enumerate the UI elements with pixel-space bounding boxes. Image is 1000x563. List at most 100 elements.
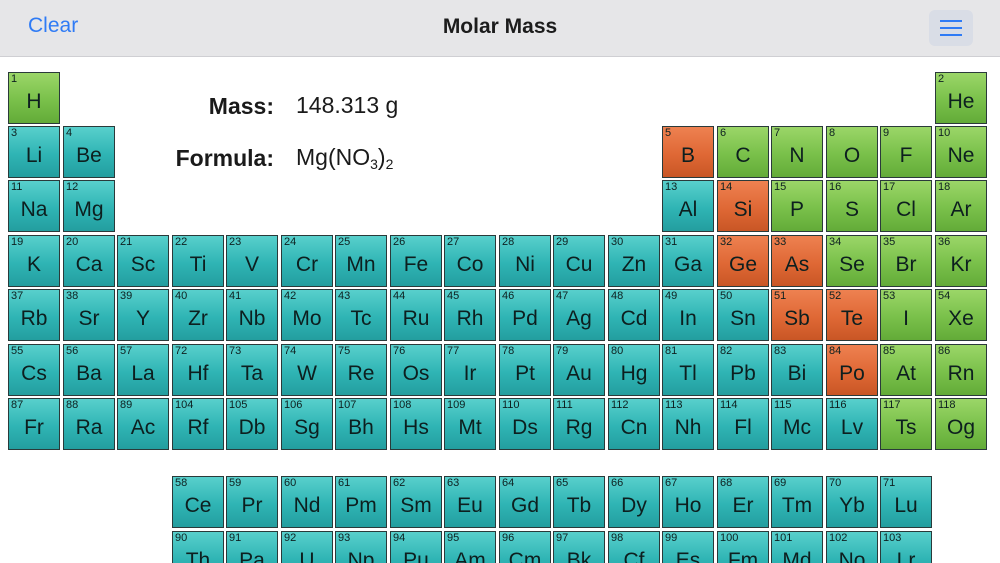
element-cell-ta[interactable]: 73 Ta	[226, 344, 278, 396]
element-cell-pb[interactable]: 82 Pb	[717, 344, 769, 396]
element-cell-la[interactable]: 57 La	[117, 344, 169, 396]
element-cell-ds[interactable]: 110 Ds	[499, 398, 551, 450]
element-cell-rh[interactable]: 45 Rh	[444, 289, 496, 341]
element-cell-at[interactable]: 85 At	[880, 344, 932, 396]
element-cell-mg[interactable]: 12 Mg	[63, 180, 115, 232]
element-cell-pr[interactable]: 59 Pr	[226, 476, 278, 528]
element-cell-he[interactable]: 2 He	[935, 72, 987, 124]
element-cell-se[interactable]: 34 Se	[826, 235, 878, 287]
element-cell-cd[interactable]: 48 Cd	[608, 289, 660, 341]
element-cell-hs[interactable]: 108 Hs	[390, 398, 442, 450]
element-cell-pd[interactable]: 46 Pd	[499, 289, 551, 341]
element-cell-ga[interactable]: 31 Ga	[662, 235, 714, 287]
element-cell-tc[interactable]: 43 Tc	[335, 289, 387, 341]
element-cell-f[interactable]: 9F	[880, 126, 932, 178]
element-cell-ne[interactable]: 10 Ne	[935, 126, 987, 178]
element-cell-pt[interactable]: 78 Pt	[499, 344, 551, 396]
element-cell-cs[interactable]: 55 Cs	[8, 344, 60, 396]
element-cell-br[interactable]: 35 Br	[880, 235, 932, 287]
element-cell-k[interactable]: 19 K	[8, 235, 60, 287]
element-cell-cu[interactable]: 29 Cu	[553, 235, 605, 287]
element-cell-am[interactable]: 95 Am	[444, 531, 496, 563]
element-cell-re[interactable]: 75 Re	[335, 344, 387, 396]
element-cell-in[interactable]: 49 In	[662, 289, 714, 341]
element-cell-os[interactable]: 76 Os	[390, 344, 442, 396]
element-cell-tb[interactable]: 65 Tb	[553, 476, 605, 528]
element-cell-lv[interactable]: 116 Lv	[826, 398, 878, 450]
element-cell-be[interactable]: 4 Be	[63, 126, 115, 178]
element-cell-ar[interactable]: 18 Ar	[935, 180, 987, 232]
element-cell-rg[interactable]: 111 Rg	[553, 398, 605, 450]
element-cell-cf[interactable]: 98 Cf	[608, 531, 660, 563]
element-cell-c[interactable]: 6C	[717, 126, 769, 178]
element-cell-yb[interactable]: 70 Yb	[826, 476, 878, 528]
element-cell-fe[interactable]: 26 Fe	[390, 235, 442, 287]
element-cell-as[interactable]: 33 As	[771, 235, 823, 287]
element-cell-cm[interactable]: 96 Cm	[499, 531, 551, 563]
element-cell-po[interactable]: 84 Po	[826, 344, 878, 396]
element-cell-pa[interactable]: 91 Pa	[226, 531, 278, 563]
element-cell-sc[interactable]: 21 Sc	[117, 235, 169, 287]
element-cell-hf[interactable]: 72 Hf	[172, 344, 224, 396]
element-cell-na[interactable]: 11 Na	[8, 180, 60, 232]
element-cell-u[interactable]: 92 U	[281, 531, 333, 563]
element-cell-hg[interactable]: 80 Hg	[608, 344, 660, 396]
element-cell-nd[interactable]: 60 Nd	[281, 476, 333, 528]
element-cell-ru[interactable]: 44 Ru	[390, 289, 442, 341]
element-cell-al[interactable]: 13 Al	[662, 180, 714, 232]
element-cell-bi[interactable]: 83 Bi	[771, 344, 823, 396]
element-cell-sb[interactable]: 51 Sb	[771, 289, 823, 341]
element-cell-v[interactable]: 23 V	[226, 235, 278, 287]
element-cell-np[interactable]: 93 Np	[335, 531, 387, 563]
element-cell-ti[interactable]: 22 Ti	[172, 235, 224, 287]
element-cell-rb[interactable]: 37 Rb	[8, 289, 60, 341]
element-cell-og[interactable]: 118 Og	[935, 398, 987, 450]
element-cell-ho[interactable]: 67 Ho	[662, 476, 714, 528]
element-cell-s[interactable]: 16 S	[826, 180, 878, 232]
element-cell-i[interactable]: 53 I	[880, 289, 932, 341]
element-cell-no[interactable]: 102 No	[826, 531, 878, 563]
element-cell-xe[interactable]: 54 Xe	[935, 289, 987, 341]
element-cell-sn[interactable]: 50 Sn	[717, 289, 769, 341]
element-cell-rn[interactable]: 86 Rn	[935, 344, 987, 396]
element-cell-md[interactable]: 101 Md	[771, 531, 823, 563]
element-cell-ra[interactable]: 88 Ra	[63, 398, 115, 450]
element-cell-cl[interactable]: 17 Cl	[880, 180, 932, 232]
element-cell-ba[interactable]: 56 Ba	[63, 344, 115, 396]
element-cell-pm[interactable]: 61 Pm	[335, 476, 387, 528]
element-cell-sg[interactable]: 106 Sg	[281, 398, 333, 450]
element-cell-li[interactable]: 3 Li	[8, 126, 60, 178]
element-cell-bh[interactable]: 107 Bh	[335, 398, 387, 450]
element-cell-o[interactable]: 8O	[826, 126, 878, 178]
element-cell-te[interactable]: 52 Te	[826, 289, 878, 341]
element-cell-au[interactable]: 79 Au	[553, 344, 605, 396]
element-cell-db[interactable]: 105 Db	[226, 398, 278, 450]
element-cell-sm[interactable]: 62 Sm	[390, 476, 442, 528]
element-cell-pu[interactable]: 94 Pu	[390, 531, 442, 563]
element-cell-y[interactable]: 39 Y	[117, 289, 169, 341]
element-cell-sr[interactable]: 38 Sr	[63, 289, 115, 341]
element-cell-nh[interactable]: 113 Nh	[662, 398, 714, 450]
element-cell-tm[interactable]: 69 Tm	[771, 476, 823, 528]
element-cell-mn[interactable]: 25 Mn	[335, 235, 387, 287]
element-cell-zr[interactable]: 40 Zr	[172, 289, 224, 341]
element-cell-es[interactable]: 99 Es	[662, 531, 714, 563]
element-cell-er[interactable]: 68 Er	[717, 476, 769, 528]
element-cell-fm[interactable]: 100 Fm	[717, 531, 769, 563]
element-cell-fl[interactable]: 114 Fl	[717, 398, 769, 450]
element-cell-tl[interactable]: 81 Tl	[662, 344, 714, 396]
element-cell-ac[interactable]: 89 Ac	[117, 398, 169, 450]
element-cell-ir[interactable]: 77 Ir	[444, 344, 496, 396]
element-cell-co[interactable]: 27 Co	[444, 235, 496, 287]
element-cell-b[interactable]: 5B	[662, 126, 714, 178]
element-cell-mc[interactable]: 115 Mc	[771, 398, 823, 450]
element-cell-zn[interactable]: 30 Zn	[608, 235, 660, 287]
element-cell-cn[interactable]: 112 Cn	[608, 398, 660, 450]
element-cell-ce[interactable]: 58 Ce	[172, 476, 224, 528]
element-cell-ni[interactable]: 28 Ni	[499, 235, 551, 287]
element-cell-lu[interactable]: 71 Lu	[880, 476, 932, 528]
element-cell-nb[interactable]: 41 Nb	[226, 289, 278, 341]
element-cell-mo[interactable]: 42 Mo	[281, 289, 333, 341]
element-cell-ca[interactable]: 20 Ca	[63, 235, 115, 287]
element-cell-eu[interactable]: 63 Eu	[444, 476, 496, 528]
